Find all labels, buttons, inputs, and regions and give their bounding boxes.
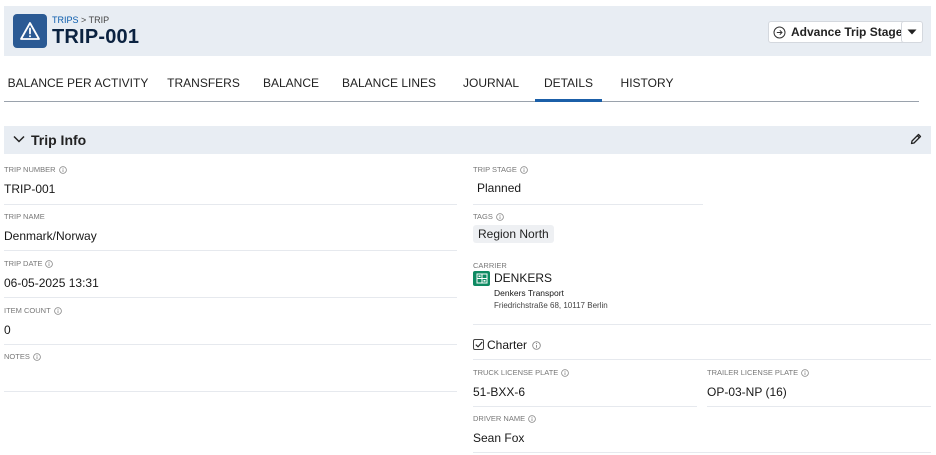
page-header: TRIPS > TRIP TRIP-001 Advance Trip Stage [4,6,931,56]
breadcrumb-separator: > [81,15,87,25]
trip-number-field: TRIP NUMBER TRIP-001 [4,165,457,205]
tab-balance[interactable]: BALANCE [256,66,326,102]
section-title: Trip Info [31,132,87,148]
trip-name-value: Denmark/Norway [4,229,97,243]
info-icon[interactable] [496,212,504,221]
truck-license-plate-label: TRUCK LICENSE PLATE [473,368,559,377]
truck-license-plate-field: TRUCK LICENSE PLATE 51-BXX-6 [473,368,697,407]
item-count-label: ITEM COUNT [4,306,51,315]
notes-field: NOTES [4,352,457,392]
tab-transfers[interactable]: TRANSFERS [162,66,245,102]
page-title: TRIP-001 [52,26,140,48]
driver-name-value: Sean Fox [473,431,525,445]
breadcrumb-current: TRIP [88,15,110,25]
truck-license-plate-value: 51-BXX-6 [473,385,526,399]
trip-number-value: TRIP-001 [4,182,56,196]
arrow-circle-right-icon [773,26,786,39]
trip-info-section-header[interactable]: Trip Info [4,126,931,154]
carrier-field: CARRIER DENKERS Denkers Transport Friedr… [473,261,931,325]
trip-name-label: TRIP NAME [4,212,45,221]
warning-triangle-icon [13,14,47,48]
carrier-name[interactable]: DENKERS [494,271,552,285]
info-icon[interactable] [561,368,570,377]
info-icon[interactable] [520,165,528,174]
caret-down-icon [907,29,917,35]
trip-name-field: TRIP NAME Denmark/Norway [4,212,457,251]
info-icon[interactable] [53,306,62,315]
advance-trip-stage-button[interactable]: Advance Trip Stage [768,21,910,43]
info-icon[interactable] [33,352,41,361]
trip-date-field: TRIP DATE 06-05-2025 13:31 [4,259,457,298]
tags-field: TAGS Region North [473,212,931,252]
tag-chip[interactable]: Region North [473,225,554,243]
trip-number-label: TRIP NUMBER [4,165,56,174]
charter-field: Charter [473,338,931,360]
tab-balance-per-activity[interactable]: BALANCE PER ACTIVITY [4,66,152,102]
notes-label: NOTES [4,352,30,361]
info-icon[interactable] [801,368,809,377]
info-icon[interactable] [528,414,536,423]
tags-label: TAGS [473,212,493,221]
tab-balance-lines[interactable]: BALANCE LINES [339,66,439,102]
trailer-license-plate-value: OP-03-NP (16) [707,385,787,399]
trip-date-label: TRIP DATE [4,259,43,268]
charter-label: Charter [487,338,528,352]
driver-name-label: DRIVER NAME [473,414,526,423]
trip-stage-field: TRIP STAGE Planned [473,165,703,205]
tab-bar: BALANCE PER ACTIVITY TRANSFERS BALANCE B… [4,66,919,102]
trip-date-value: 06-05-2025 13:31 [4,276,99,290]
trailer-license-plate-label: TRAILER LICENSE PLATE [707,368,799,377]
tab-history[interactable]: HISTORY [612,66,682,102]
item-count-field: ITEM COUNT 0 [4,306,457,345]
carrier-address: Friedrichstraße 68, 10117 Berlin [494,301,608,310]
info-icon[interactable] [532,340,541,350]
carrier-company: Denkers Transport [494,288,564,298]
trailer-license-plate-field: TRAILER LICENSE PLATE OP-03-NP (16) [707,368,931,407]
chevron-down-icon[interactable] [13,135,25,143]
item-count-value: 0 [4,323,11,337]
carrier-label: CARRIER [473,261,507,270]
trip-stage-value: Planned [477,181,522,195]
tab-journal[interactable]: JOURNAL [454,66,528,102]
pencil-icon[interactable] [910,133,922,145]
breadcrumb: TRIPS > TRIP [52,15,109,25]
info-icon[interactable] [58,165,67,174]
breadcrumb-trips-link[interactable]: TRIPS [52,15,79,25]
info-icon[interactable] [45,259,54,268]
driver-name-field: DRIVER NAME Sean Fox [473,414,931,453]
trip-stage-label: TRIP STAGE [473,165,517,174]
more-actions-dropdown[interactable] [901,21,923,43]
charter-checkbox[interactable] [473,339,484,350]
advance-trip-stage-label: Advance Trip Stage [791,25,903,39]
tab-details[interactable]: DETAILS [535,66,602,102]
carrier-logo-icon [473,271,490,286]
